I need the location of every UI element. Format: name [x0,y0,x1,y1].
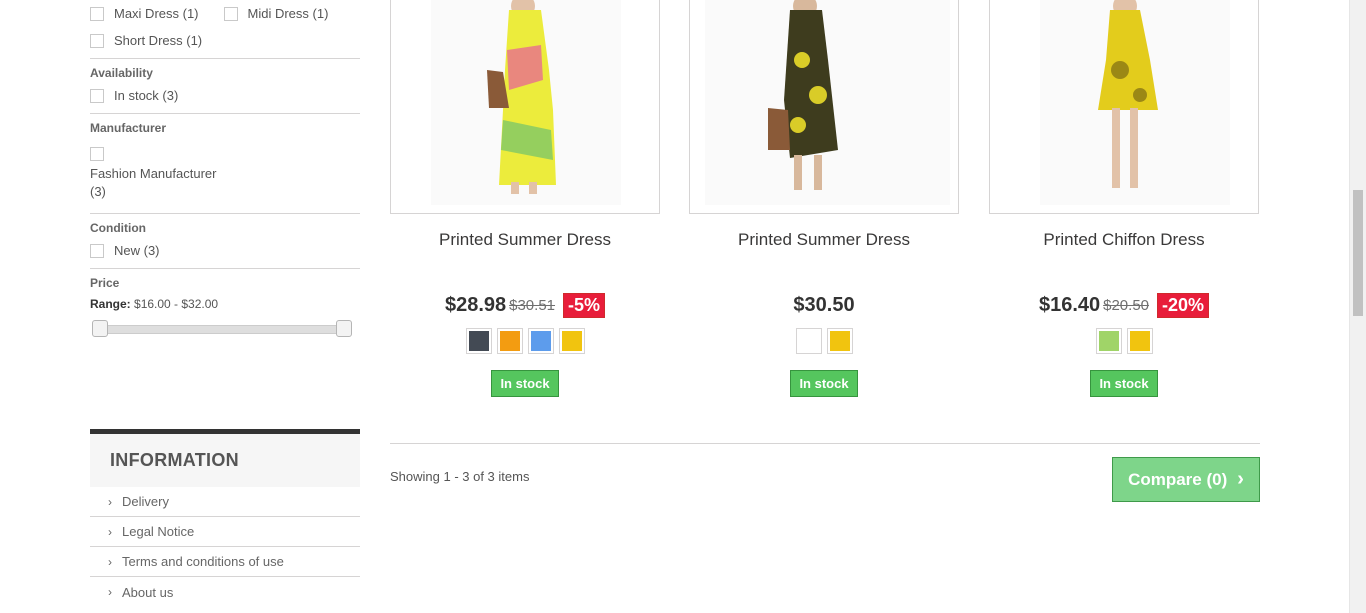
filter-option-midi-dress[interactable]: Midi Dress (1) [223,6,329,21]
product-old-price: $30.51 [509,296,556,314]
color-swatches [689,328,959,354]
filter-option-label: Midi Dress (1) [247,6,329,21]
filter-option-new[interactable]: New (3) [90,237,360,264]
dress-model-image [705,0,950,205]
info-link-about-us[interactable]: › About us [90,577,360,607]
filter-title: Manufacturer [90,121,167,135]
chevron-right-icon: › [108,494,112,509]
product-card: Printed Summer Dress $30.50 In stock [689,0,959,397]
stock-badge: In stock [1090,370,1158,397]
color-swatches [989,328,1259,354]
price-slider-min-handle[interactable] [92,320,108,337]
price-range-label: Range: [90,297,131,311]
price-slider[interactable] [90,319,360,339]
scrollbar[interactable] [1349,0,1366,613]
info-link-label: Legal Notice [122,524,195,539]
information-title: INFORMATION [90,429,360,487]
filter-sidebar: Maxi Dress (1) Midi Dress (1) Short Dres… [90,0,360,339]
checkbox[interactable] [223,6,238,21]
stock-badge: In stock [491,370,559,397]
color-swatch[interactable] [826,328,853,354]
price-row: $16.40 $20.50 -20% [989,292,1259,318]
checkbox[interactable] [90,33,104,48]
information-block: INFORMATION › Delivery › Legal Notice › Ter… [90,429,360,607]
product-card: Printed Summer Dress $28.98 $30.51 -5% I… [390,0,660,397]
price-range: Range: $16.00 - $32.00 [90,297,360,311]
product-card: Printed Chiffon Dress $16.40 $20.50 -20%… [989,0,1259,397]
filter-option-maxi-dress[interactable]: Maxi Dress (1) [90,6,199,21]
compare-button-label: Compare (0) [1128,469,1228,489]
product-image[interactable] [390,0,660,214]
info-link-delivery[interactable]: › Delivery [90,487,360,517]
filter-option-fashion-manufacturer[interactable] [90,137,360,161]
compare-button[interactable]: Compare (0) › [1112,457,1260,502]
chevron-right-icon: › [108,585,112,599]
info-link-legal-notice[interactable]: › Legal Notice [90,517,360,547]
price-filter: Price Range: $16.00 - $32.00 [90,268,360,339]
color-swatch[interactable] [1126,328,1153,354]
product-old-price: $20.50 [1103,296,1150,314]
filter-option-label: Fashion Manufacturer (3) [90,166,217,199]
listing-divider [390,443,1260,444]
price-row: $28.98 $30.51 -5% [390,292,660,318]
discount-badge: -5% [563,292,606,318]
filter-option-short-dress[interactable]: Short Dress (1) [90,27,360,54]
info-link-label: Terms and conditions of use [122,554,284,569]
filter-option-label: Maxi Dress (1) [114,6,199,21]
filter-title: Condition [90,221,146,235]
stock-badge: In stock [790,370,858,397]
chevron-right-icon: › [1237,468,1244,490]
showing-count: Showing 1 - 3 of 3 items [390,469,530,484]
color-swatch[interactable] [465,328,492,354]
availability-filter: Availability In stock (3) [90,58,360,109]
color-swatch[interactable] [1095,328,1122,354]
product-name[interactable]: Printed Summer Dress [689,230,959,250]
price-row: $30.50 [689,292,959,318]
color-swatch[interactable] [496,328,523,354]
filter-option-label: New (3) [114,243,160,258]
color-swatch[interactable] [527,328,554,354]
price-slider-max-handle[interactable] [336,320,352,337]
color-swatch[interactable] [795,328,822,354]
product-price: $16.40 [1038,293,1101,316]
color-swatch[interactable] [558,328,585,354]
price-range-value: $16.00 - $32.00 [134,297,219,311]
manufacturer-filter: Manufacturer Fashion Manufacturer (3) [90,113,360,201]
price-slider-track[interactable] [94,325,350,334]
info-link-label: About us [122,584,174,600]
checkbox[interactable] [90,243,104,258]
product-price: $30.50 [793,293,855,316]
dress-model-image [1040,0,1230,205]
chevron-right-icon: › [108,554,112,569]
filter-option-label: In stock (3) [114,88,179,103]
checkbox[interactable] [90,88,104,103]
filter-option-label: Short Dress (1) [114,33,203,48]
dress-model-image [431,0,621,205]
filter-title: Price [90,276,120,290]
color-swatches [390,328,660,354]
chevron-right-icon: › [108,524,112,539]
product-name[interactable]: Printed Chiffon Dress [989,230,1259,250]
condition-filter: Condition New (3) [90,213,360,264]
filter-option-in-stock[interactable]: In stock (3) [90,82,360,109]
checkbox[interactable] [90,6,104,21]
information-list: › Delivery › Legal Notice › Terms and condi… [90,487,360,607]
info-link-terms[interactable]: › Terms and conditions of use [90,547,360,577]
discount-badge: -20% [1157,292,1210,318]
info-link-label: Delivery [122,494,169,509]
product-price: $28.98 [444,293,507,316]
style-filter-row: Maxi Dress (1) Midi Dress (1) [90,0,360,27]
scrollbar-thumb[interactable] [1353,190,1363,316]
checkbox[interactable] [90,147,104,161]
product-image[interactable] [989,0,1259,214]
filter-title: Availability [90,66,153,80]
product-image[interactable] [689,0,959,214]
product-name[interactable]: Printed Summer Dress [390,230,660,250]
